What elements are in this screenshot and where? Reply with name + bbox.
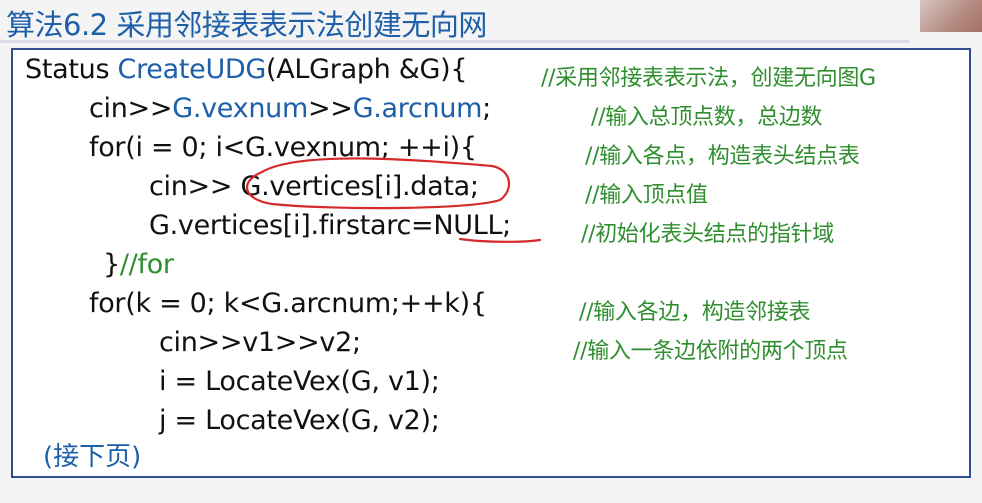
code-l1-post: (ALGraph &G){ xyxy=(266,54,468,85)
continue-note: (接下页) xyxy=(43,442,142,472)
code-line-4: cin>> G.vertices[i].data; xyxy=(149,171,479,202)
code-line-6: }//for xyxy=(103,249,174,280)
comment-line-7: //输入各边，构造邻接表 xyxy=(579,300,811,325)
code-line-9: i = LocateVex(G, v1); xyxy=(159,366,440,397)
code-l2-mid: >> xyxy=(307,93,353,124)
header-divider xyxy=(0,40,910,43)
code-l2-pre: cin>> xyxy=(89,93,173,124)
slide-title: 算法6.2 采用邻接表表示法创建无向网 xyxy=(6,8,487,42)
comment-line-1: //采用邻接表表示法，创建无向图G xyxy=(541,66,876,91)
code-l6-comment: //for xyxy=(119,249,174,280)
code-line-10: j = LocateVex(G, v2); xyxy=(159,405,440,436)
comment-line-2: //输入总顶点数，总边数 xyxy=(591,105,823,130)
code-line-8: cin>>v1>>v2; xyxy=(159,327,361,358)
code-l2-b: G.arcnum xyxy=(352,93,483,124)
code-box: Status CreateUDG(ALGraph &G){ //采用邻接表表示法… xyxy=(11,48,971,478)
code-l1-fn: CreateUDG xyxy=(117,54,267,85)
code-l6-brace: } xyxy=(103,249,120,280)
code-line-2: cin>>G.vexnum>>G.arcnum; xyxy=(89,93,491,124)
comment-line-5: //初始化表头结点的指针域 xyxy=(581,222,834,247)
presenter-video-thumbnail xyxy=(920,0,982,32)
comment-line-4: //输入顶点值 xyxy=(585,183,708,208)
comment-line-8: //输入一条边依附的两个顶点 xyxy=(573,339,848,364)
code-line-7: for(k = 0; k<G.arcnum;++k){ xyxy=(89,288,487,319)
code-line-3: for(i = 0; i<G.vexnum; ++i){ xyxy=(89,132,477,163)
code-line-5: G.vertices[i].firstarc=NULL; xyxy=(149,210,511,241)
code-l2-a: G.vexnum xyxy=(172,93,308,124)
comment-line-3: //输入各点，构造表头结点表 xyxy=(585,144,860,169)
code-l2-post: ; xyxy=(482,93,491,124)
code-line-1: Status CreateUDG(ALGraph &G){ xyxy=(25,54,468,85)
code-l1-pre: Status xyxy=(25,54,118,85)
